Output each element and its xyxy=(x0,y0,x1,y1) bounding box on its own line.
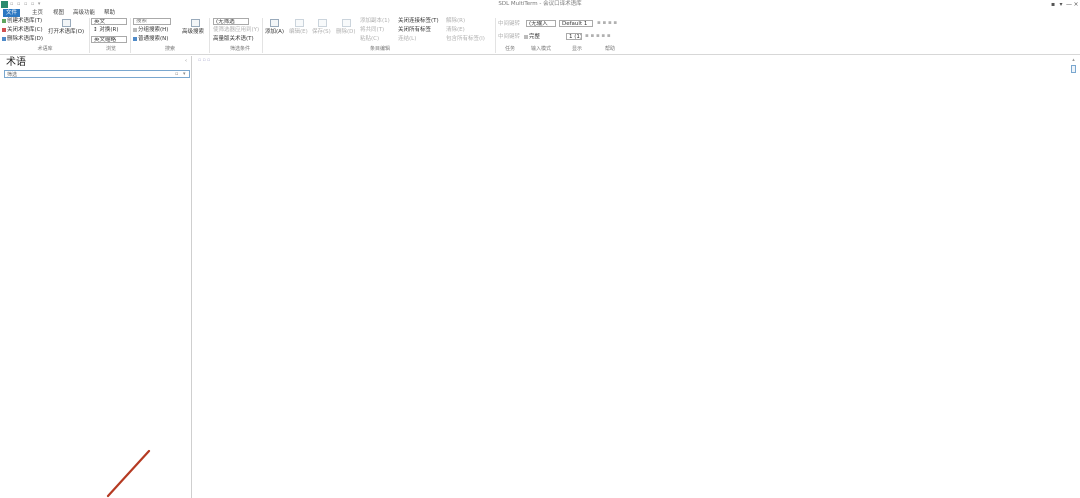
save-entry-button[interactable]: 保存(S) xyxy=(312,29,331,36)
display-options-icon[interactable]: ▪ ▪ ▪ ▪ xyxy=(597,20,617,27)
termbase-group-label: 术语库 xyxy=(37,46,53,52)
advanced-search-icon xyxy=(191,19,200,27)
display-zoom-icon[interactable]: ▪ ▪ ▪ ▪ ▪ xyxy=(585,33,611,40)
menu-bar xyxy=(0,9,1080,17)
target-language-select[interactable]: 英文缩略 xyxy=(91,36,127,43)
task-button-2[interactable]: 中间键转 xyxy=(498,34,520,41)
create-termbase-button[interactable]: 创建术语库(T) xyxy=(2,18,42,25)
ribbon-toggle-icon[interactable]: ▾ xyxy=(1057,0,1065,9)
advanced-search-button[interactable]: 高级搜索 xyxy=(182,29,204,36)
task-group-label: 任务 xyxy=(504,46,515,52)
delete-entry-button[interactable]: 删除(D) xyxy=(336,29,356,36)
search-group-label: 搜索 xyxy=(164,46,175,52)
menu-view[interactable]: 视图 xyxy=(50,9,67,17)
create-icon xyxy=(2,18,6,23)
help-group-label: 帮助 xyxy=(604,46,615,52)
release-button[interactable]: 解除(R) xyxy=(446,18,465,25)
edit-entry-icon xyxy=(295,19,304,27)
common-button[interactable]: 将共同(T) xyxy=(360,27,384,34)
ribbon-divider xyxy=(209,18,210,53)
scroll-up-icon[interactable]: ▴ xyxy=(1070,57,1077,63)
add-entry-button[interactable]: 添加(A) xyxy=(265,29,284,36)
task-button[interactable]: 中间键转 xyxy=(498,21,520,28)
scrollbar-thumb[interactable] xyxy=(1071,65,1076,73)
term-search-input[interactable] xyxy=(4,70,190,78)
open-termbase-icon xyxy=(62,19,71,27)
menu-advanced[interactable]: 高级功能 xyxy=(70,9,98,17)
add-entry-icon xyxy=(270,19,279,27)
filter-select[interactable]: (无筛选 xyxy=(213,18,249,25)
display-group-label: 显示 xyxy=(571,46,582,52)
filter-group-label: 筛选条件 xyxy=(229,46,250,52)
normal-search-button[interactable]: 普通搜索(N) xyxy=(133,36,168,43)
split-search-button[interactable]: 分组搜索(H) xyxy=(133,27,168,34)
entry-view-toolbar[interactable]: ▫ ▫ ▫ xyxy=(198,58,210,63)
edit-entry-button[interactable]: 编辑(E) xyxy=(289,29,308,36)
source-language-select[interactable]: 英文 xyxy=(91,18,127,25)
menu-help[interactable]: 帮助 xyxy=(101,9,118,17)
entry-view[interactable] xyxy=(193,56,1080,498)
menu-home[interactable]: 主页 xyxy=(29,9,46,17)
clear-button[interactable]: 清除(E) xyxy=(446,27,465,34)
terms-panel xyxy=(0,56,192,498)
help-window-icon[interactable]: ▪ xyxy=(1049,0,1057,9)
close-all-tags-button[interactable]: 关闭所有标签 xyxy=(398,27,431,34)
save-entry-icon xyxy=(318,19,327,27)
ribbon-divider xyxy=(130,18,131,53)
split-search-icon xyxy=(133,27,137,32)
ribbon-divider xyxy=(262,18,263,53)
input-group-label: 输入模式 xyxy=(530,46,551,52)
complete-icon xyxy=(524,34,528,39)
close-connected-tags-button[interactable]: 关闭连接标签(T) xyxy=(398,18,439,25)
include-all-tags-button[interactable]: 包含所有标签(I) xyxy=(446,36,485,43)
input-mode-select[interactable]: (无输入 xyxy=(526,20,556,27)
close-icon xyxy=(2,27,6,32)
pin-icon[interactable]: ‹ xyxy=(185,58,187,64)
entry-edit-group-label: 条目编辑 xyxy=(369,46,390,52)
delete-termbase-button[interactable]: 删除术语库(D) xyxy=(2,36,43,43)
search-field[interactable] xyxy=(133,18,171,25)
terms-panel-title: 术语 xyxy=(6,57,26,68)
highlight-terms-button[interactable]: 高量版关术语(T) xyxy=(213,36,254,43)
window-title: SDL MultiTerm - 会议口译术语库 xyxy=(498,1,582,7)
open-termbase-button[interactable]: 打开术语库(O) xyxy=(48,29,84,36)
close-button[interactable]: × xyxy=(1072,0,1080,9)
paste-button[interactable]: 粘贴(C) xyxy=(360,36,379,43)
complete-input-button[interactable]: 完整 xyxy=(524,34,540,41)
ribbon-divider xyxy=(89,18,90,53)
add-copy-button[interactable]: 添加副本(1) xyxy=(360,18,390,25)
search-go-icon[interactable]: ▾ xyxy=(183,71,186,77)
delete-icon xyxy=(2,36,6,41)
apply-filter-results-button[interactable]: 使筛选器应用到(Y) xyxy=(213,27,259,34)
swap-languages-button[interactable]: ↕ 对换(R) xyxy=(93,27,118,34)
link-button[interactable]: 连结(L) xyxy=(398,36,416,43)
menu-file[interactable]: 文件 xyxy=(3,9,21,17)
delete-entry-icon xyxy=(342,19,351,27)
ribbon-divider xyxy=(495,18,496,53)
search-options-icon[interactable]: ▫ xyxy=(175,71,178,77)
close-termbase-button[interactable]: 关闭术语库(C) xyxy=(2,27,43,34)
font-size-select[interactable]: 1 (1) xyxy=(566,33,582,40)
layout-select[interactable]: Default 1 xyxy=(559,20,593,27)
browse-group-label: 浏览 xyxy=(105,46,116,52)
normal-search-icon xyxy=(133,36,137,41)
